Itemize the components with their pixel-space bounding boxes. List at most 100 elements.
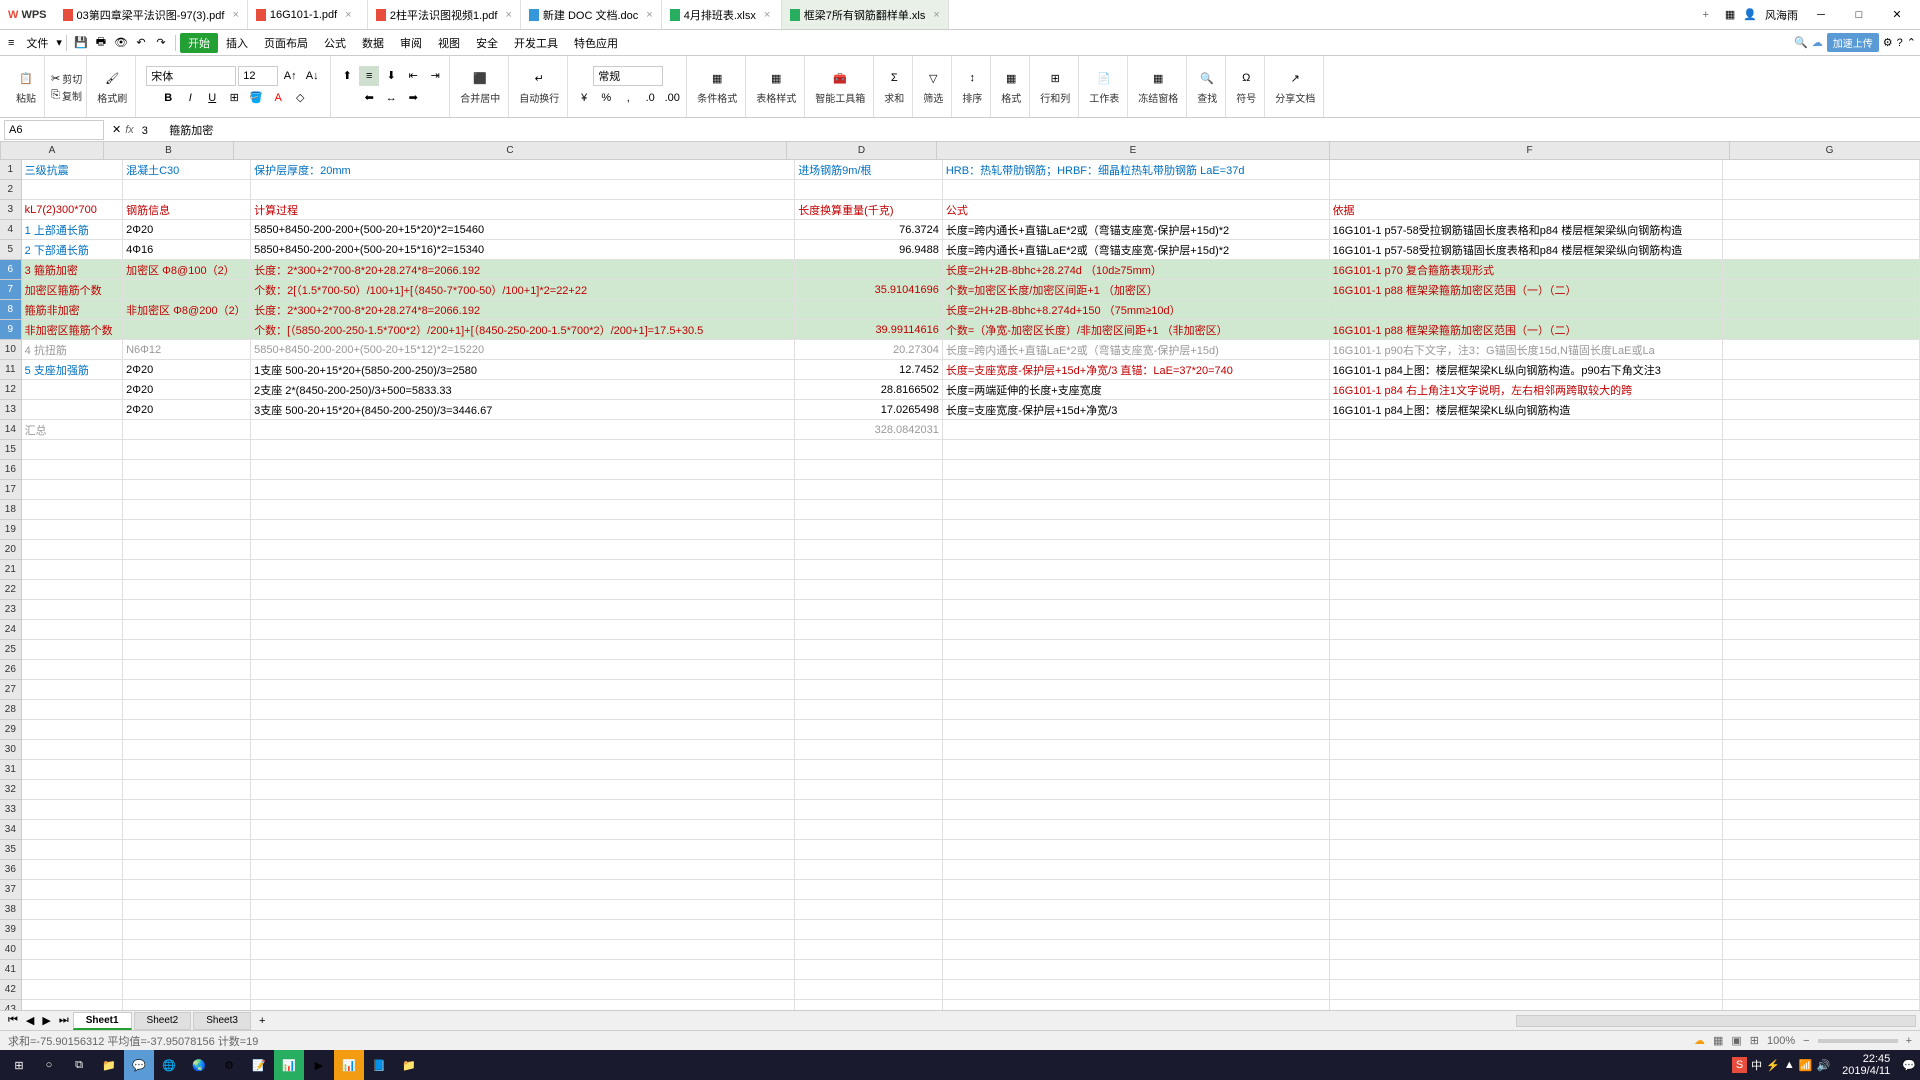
cell[interactable] [251, 960, 795, 980]
row-header[interactable]: 8 [0, 300, 22, 320]
row-header[interactable]: 30 [0, 740, 22, 760]
merge-button[interactable]: ⬛合并居中 [456, 66, 504, 107]
sheet-nav-last-icon[interactable]: ⏭ [55, 1014, 73, 1027]
cell[interactable]: 16G101-1 p88 框架梁箍筋加密区范围（一）（二） [1330, 280, 1724, 300]
cell[interactable] [1723, 740, 1920, 760]
menu-tab[interactable]: 数据 [354, 33, 392, 53]
cell[interactable] [22, 540, 123, 560]
worksheet-button[interactable]: 📄工作表 [1085, 66, 1123, 107]
cell[interactable] [123, 740, 251, 760]
cell[interactable] [123, 460, 251, 480]
cell[interactable] [251, 440, 795, 460]
cell[interactable] [795, 780, 943, 800]
cell[interactable] [1723, 540, 1920, 560]
cell[interactable]: 依据 [1330, 200, 1724, 220]
search-icon[interactable]: 🔍 [1794, 36, 1808, 49]
menu-tab[interactable]: 页面布局 [256, 33, 316, 53]
task-view-icon[interactable]: ⧉ [64, 1050, 94, 1080]
row-header[interactable]: 12 [0, 380, 22, 400]
taskbar-app-5[interactable]: ⚙ [214, 1050, 244, 1080]
cell[interactable] [22, 560, 123, 580]
tab-close-icon[interactable]: × [505, 9, 511, 21]
cell[interactable] [123, 680, 251, 700]
cell[interactable] [251, 420, 795, 440]
cell[interactable] [1330, 820, 1724, 840]
taskbar-app-2[interactable]: 💬 [124, 1050, 154, 1080]
tab-close-icon[interactable]: × [933, 9, 939, 21]
cell[interactable]: 39.99114616 [795, 320, 943, 340]
cell[interactable]: N6Φ12 [123, 340, 251, 360]
share-button[interactable]: ↗分享文档 [1271, 66, 1319, 107]
cell[interactable] [1723, 160, 1920, 180]
cell[interactable] [123, 880, 251, 900]
cell[interactable] [22, 740, 123, 760]
cell[interactable] [123, 320, 251, 340]
cell[interactable] [795, 460, 943, 480]
cell[interactable]: 长度=支座宽度-保护层+15d+净宽/3 [943, 400, 1330, 420]
row-header[interactable]: 29 [0, 720, 22, 740]
cell[interactable] [22, 920, 123, 940]
cell[interactable] [943, 800, 1330, 820]
row-header[interactable]: 28 [0, 700, 22, 720]
cell[interactable] [123, 180, 251, 200]
cell[interactable]: 16G101-1 p84上图：楼层框架梁KL纵向钢筋构造。p90右下角文注3 [1330, 360, 1724, 380]
sheet-nav-first-icon[interactable]: ⏮ [4, 1014, 22, 1027]
print-icon[interactable]: 🖶 [91, 33, 111, 53]
cell[interactable] [123, 1000, 251, 1010]
cell[interactable] [22, 800, 123, 820]
cell[interactable] [123, 840, 251, 860]
cell[interactable] [943, 820, 1330, 840]
document-tab[interactable]: 框梁7所有钢筋翻样单.xls× [782, 0, 949, 29]
cell[interactable] [1723, 600, 1920, 620]
tray-icon-2[interactable]: ⚡ [1766, 1059, 1780, 1072]
cell[interactable] [1723, 720, 1920, 740]
row-header[interactable]: 9 [0, 320, 22, 340]
sheet-nav-prev-icon[interactable]: ◀ [22, 1014, 38, 1027]
menu-tab[interactable]: 开发工具 [506, 33, 566, 53]
cell[interactable] [943, 860, 1330, 880]
column-header[interactable]: C [234, 142, 787, 160]
cell[interactable] [1330, 180, 1724, 200]
cloud-icon[interactable]: ☁ [1812, 36, 1823, 49]
cell[interactable]: 16G101-1 p84 右上角注1文字说明，左右相邻两跨取较大的跨 [1330, 380, 1724, 400]
row-header[interactable]: 36 [0, 860, 22, 880]
taskbar-app-6[interactable]: 📝 [244, 1050, 274, 1080]
cell[interactable] [123, 420, 251, 440]
cell[interactable] [943, 460, 1330, 480]
indent-dec-icon[interactable]: ⇤ [403, 66, 423, 86]
cell-reference-box[interactable]: A6 [4, 120, 104, 140]
tab-close-icon[interactable]: × [232, 9, 238, 21]
indent-inc-icon[interactable]: ⇥ [425, 66, 445, 86]
document-tab[interactable]: 16G101-1.pdf× [248, 0, 368, 29]
cell[interactable] [795, 680, 943, 700]
close-button[interactable]: ✕ [1882, 5, 1912, 25]
paste-button[interactable]: 📋 粘贴 [12, 66, 40, 107]
cell[interactable] [123, 620, 251, 640]
cell[interactable] [795, 500, 943, 520]
cell[interactable] [1723, 240, 1920, 260]
cell[interactable] [123, 800, 251, 820]
cell[interactable] [1723, 300, 1920, 320]
column-header[interactable]: F [1330, 142, 1730, 160]
cell[interactable] [943, 780, 1330, 800]
undo-icon[interactable]: ↶ [131, 33, 151, 53]
cell[interactable] [943, 880, 1330, 900]
zoom-in-icon[interactable]: + [1906, 1035, 1912, 1047]
cell[interactable]: 20.27304 [795, 340, 943, 360]
cell[interactable] [123, 580, 251, 600]
taskbar-app-11[interactable]: 📁 [394, 1050, 424, 1080]
cell[interactable] [795, 640, 943, 660]
cell[interactable]: 汇总 [22, 420, 123, 440]
cell[interactable] [22, 480, 123, 500]
cell[interactable] [943, 740, 1330, 760]
cell[interactable] [1723, 640, 1920, 660]
row-header[interactable]: 21 [0, 560, 22, 580]
copy-icon[interactable]: ⎘ [51, 89, 60, 102]
cell[interactable] [22, 640, 123, 660]
cell[interactable] [1723, 940, 1920, 960]
menu-tab[interactable]: 开始 [180, 33, 218, 53]
cell[interactable]: 35.91041696 [795, 280, 943, 300]
cell[interactable] [1723, 420, 1920, 440]
cell[interactable] [123, 860, 251, 880]
cell[interactable] [22, 700, 123, 720]
